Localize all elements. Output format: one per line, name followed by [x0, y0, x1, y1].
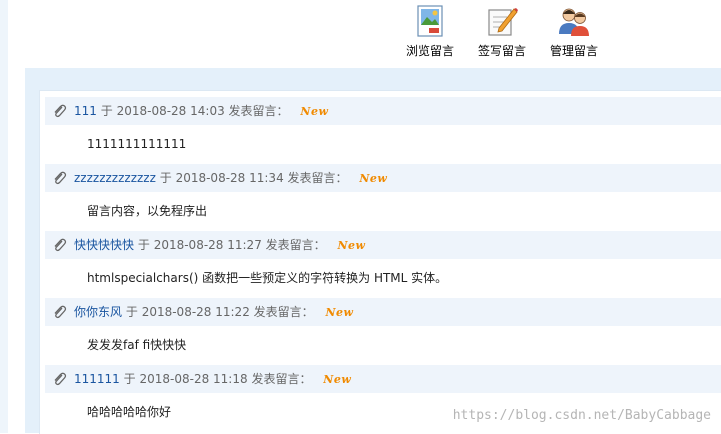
manage-button[interactable]: 管理留言 [544, 4, 604, 64]
post-suffix: 发表留言： [287, 171, 348, 185]
message-header: 111 于 2018-08-28 14:03 发表留言： New [45, 97, 721, 125]
new-badge: New [337, 239, 366, 252]
message-content: 发发发faf fi快快快 [87, 338, 187, 352]
message-header: 快快快快快 于 2018-08-28 11:27 发表留言： New [45, 231, 721, 259]
author-link[interactable]: 111111 [74, 372, 120, 386]
write-label: 签写留言 [477, 44, 526, 58]
list-item: zzzzzzzzzzzzz 于 2018-08-28 11:34 发表留言： N… [45, 164, 721, 231]
message-header: 你你东风 于 2018-08-28 11:22 发表留言： New [45, 298, 721, 326]
new-badge: New [323, 373, 352, 386]
post-date: 2018-08-28 11:22 [141, 305, 250, 319]
list-item: 你你东风 于 2018-08-28 11:22 发表留言： New 发发发faf… [45, 298, 721, 365]
manage-label: 管理留言 [549, 44, 598, 58]
browse-picture-icon [417, 5, 443, 37]
paperclip-icon [54, 372, 67, 386]
new-badge: New [325, 306, 354, 319]
message-content: 1111111111111 [87, 137, 187, 151]
content-panel: 111 于 2018-08-28 14:03 发表留言： New 1111111… [25, 68, 721, 434]
toolbar: 浏览留言 签写留言 管理留言 [0, 0, 721, 68]
post-suffix: 发表留言： [265, 238, 326, 252]
manage-users-icon [559, 8, 589, 36]
browse-label: 浏览留言 [405, 44, 454, 58]
paperclip-icon [54, 104, 67, 118]
post-suffix: 发表留言： [253, 305, 314, 319]
post-date: 2018-08-28 11:27 [153, 238, 262, 252]
author-link[interactable]: 111 [74, 104, 97, 118]
new-badge: New [359, 172, 388, 185]
write-notepad-icon [488, 8, 518, 36]
prefix-text: 于 [125, 305, 138, 319]
post-suffix: 发表留言： [228, 104, 289, 118]
author-link[interactable]: 你你东风 [74, 305, 122, 319]
post-date: 2018-08-28 11:34 [175, 171, 284, 185]
post-date: 2018-08-28 14:03 [116, 104, 225, 118]
paperclip-icon [54, 238, 67, 252]
message-content: htmlspecialchars() 函数把一些预定义的字符转换为 HTML 实… [87, 271, 448, 285]
author-link[interactable]: 快快快快快 [74, 238, 134, 252]
message-content: 留言内容，以免程序出 [87, 204, 208, 218]
list-item: 快快快快快 于 2018-08-28 11:27 发表留言： New htmls… [45, 231, 721, 298]
post-date: 2018-08-28 11:18 [139, 372, 248, 386]
browse-button[interactable]: 浏览留言 [400, 4, 460, 64]
message-header: 111111 于 2018-08-28 11:18 发表留言： New [45, 365, 721, 393]
prefix-text: 于 [123, 372, 136, 386]
write-button[interactable]: 签写留言 [472, 4, 532, 64]
list-item: 111 于 2018-08-28 14:03 发表留言： New 1111111… [45, 97, 721, 164]
watermark: https://blog.csdn.net/BabyCabbage [452, 408, 711, 423]
paperclip-icon [54, 171, 67, 185]
prefix-text: 于 [100, 104, 113, 118]
prefix-text: 于 [159, 171, 172, 185]
message-header: zzzzzzzzzzzzz 于 2018-08-28 11:34 发表留言： N… [45, 164, 721, 192]
post-suffix: 发表留言： [251, 372, 312, 386]
paperclip-icon [54, 305, 67, 319]
new-badge: New [300, 105, 329, 118]
message-list: 111 于 2018-08-28 14:03 发表留言： New 1111111… [39, 90, 721, 434]
prefix-text: 于 [137, 238, 150, 252]
author-link[interactable]: zzzzzzzzzzzzz [74, 171, 156, 185]
